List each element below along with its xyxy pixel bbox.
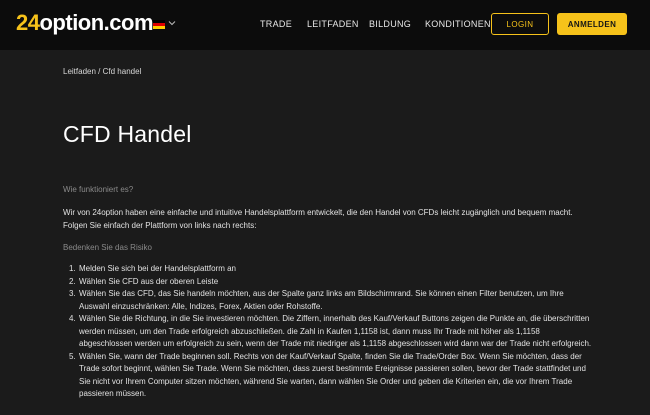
list-item: 4. Wählen Sie die Richtung, in die Sie in… (69, 314, 592, 348)
login-button[interactable]: LOGIN (491, 13, 549, 35)
section-heading-risk: Bedenken Sie das Risiko (63, 243, 152, 252)
register-button[interactable]: ANMELDEN (557, 13, 627, 35)
nav-item-bildung[interactable]: BILDUNG (369, 18, 411, 30)
list-item: 1. Melden Sie sich bei der Handelsplattfo… (69, 264, 236, 273)
page-title: CFD Handel (63, 121, 192, 147)
site-logo[interactable]: 24option.com (16, 11, 154, 35)
breadcrumb-link-leitfaden[interactable]: Leitfaden (63, 67, 96, 76)
breadcrumb-separator: / (98, 67, 101, 76)
breadcrumb: Leitfaden / Cfd handel (63, 67, 141, 76)
chevron-down-icon[interactable] (167, 18, 177, 28)
top-header: 24option.com TRADE LEITFADEN BILDUNG KON… (0, 0, 650, 50)
nav-item-leitfaden[interactable]: LEITFADEN (307, 18, 359, 30)
list-item: 3. Wählen Sie das CFD, das Sie handeln mö… (69, 289, 564, 311)
intro-paragraph: Wir von 24option haben eine einfache und… (63, 208, 573, 230)
steps-list: 1. Melden Sie sich bei der Handelsplattfo… (63, 263, 593, 401)
breadcrumb-current: Cfd handel (102, 67, 142, 76)
german-flag-icon[interactable] (153, 20, 165, 29)
list-item: 2. Wählen Sie CFD aus der oberen Leiste (69, 276, 219, 286)
nav-item-trade[interactable]: TRADE (260, 18, 292, 30)
section-heading-how-it-works: Wie funktioniert es? (63, 185, 134, 194)
list-item: 5. Wählen Sie, wann der Trade beginnen so… (69, 351, 586, 399)
nav-item-konditionen[interactable]: KONDITIONEN (425, 18, 491, 30)
